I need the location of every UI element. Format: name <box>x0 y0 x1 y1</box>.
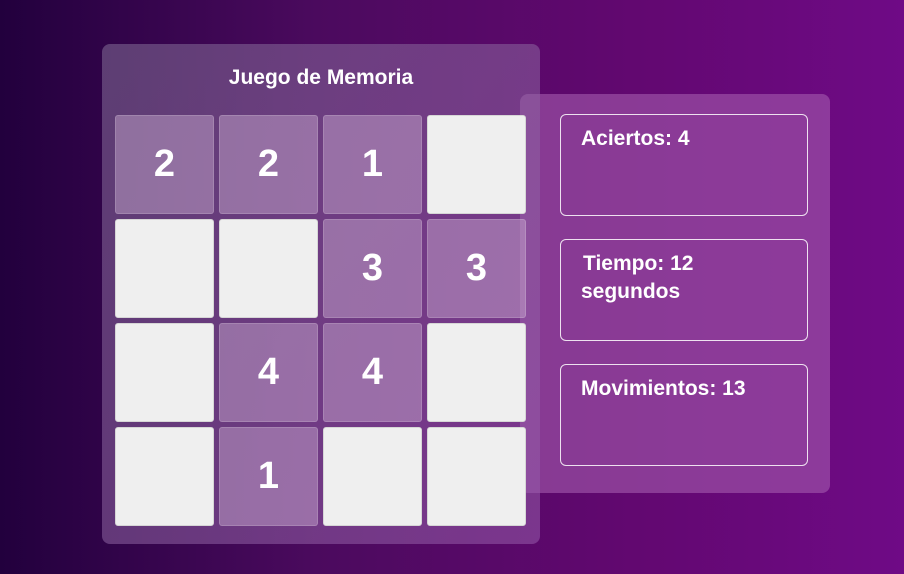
card-13[interactable] <box>115 427 214 526</box>
game-panel: Juego de Memoria 2 2 1 3 3 4 4 1 <box>102 44 540 544</box>
card-14[interactable]: 1 <box>219 427 318 526</box>
time-stat: Tiempo: 12 segundos <box>560 239 808 341</box>
card-1[interactable]: 2 <box>115 115 214 214</box>
stats-panel: Aciertos: 4 Tiempo: 12 segundos Movimien… <box>520 94 830 493</box>
card-11[interactable]: 4 <box>323 323 422 422</box>
game-title: Juego de Memoria <box>228 66 414 89</box>
time-label-line1: Tiempo: 12 <box>583 252 694 275</box>
card-16[interactable] <box>427 427 526 526</box>
card-15[interactable] <box>323 427 422 526</box>
time-label-line2: segundos <box>581 280 681 303</box>
card-5[interactable] <box>115 219 214 318</box>
hits-label: Aciertos: 4 <box>581 127 690 150</box>
card-8[interactable]: 3 <box>427 219 526 318</box>
hits-stat: Aciertos: 4 <box>560 114 808 216</box>
card-12[interactable] <box>427 323 526 422</box>
card-3[interactable]: 1 <box>323 115 422 214</box>
card-9[interactable] <box>115 323 214 422</box>
moves-label: Movimientos: 13 <box>581 377 746 400</box>
card-4[interactable] <box>427 115 526 214</box>
moves-stat: Movimientos: 13 <box>560 364 808 466</box>
card-2[interactable]: 2 <box>219 115 318 214</box>
card-6[interactable] <box>219 219 318 318</box>
card-10[interactable]: 4 <box>219 323 318 422</box>
card-board: 2 2 1 3 3 4 4 1 <box>115 115 527 526</box>
card-7[interactable]: 3 <box>323 219 422 318</box>
